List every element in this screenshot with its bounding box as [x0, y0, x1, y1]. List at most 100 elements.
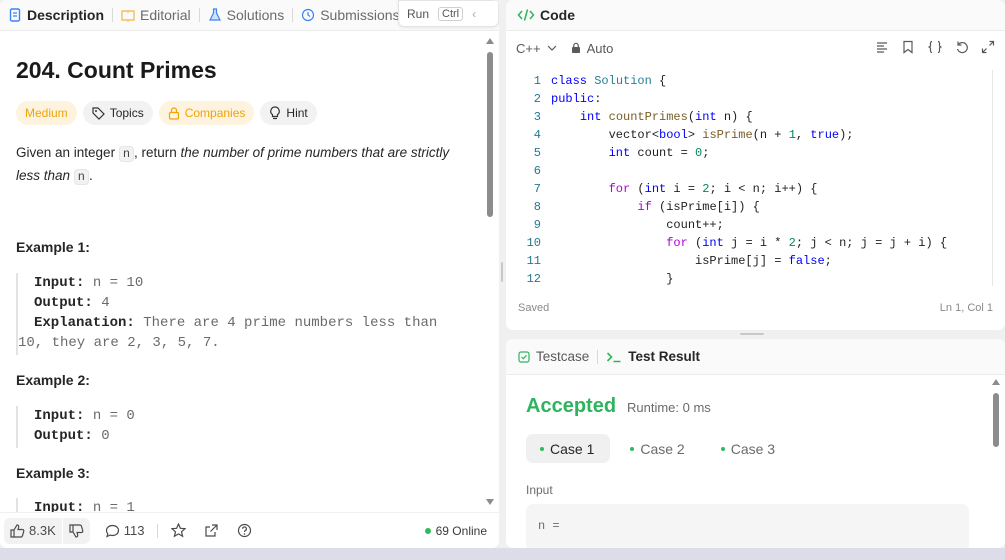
- help-button[interactable]: [228, 523, 261, 538]
- problem-title: 204. Count Primes: [16, 57, 217, 83]
- bookmark-icon[interactable]: [901, 40, 915, 54]
- like-button[interactable]: 8.3K: [4, 518, 62, 544]
- book-icon: [121, 10, 135, 22]
- reset-icon[interactable]: [955, 40, 969, 54]
- lock-icon: [571, 42, 580, 53]
- tab-testcase[interactable]: Testcase: [518, 349, 589, 364]
- code-line: 9 count++;: [506, 216, 996, 234]
- difficulty-badge: Medium: [16, 101, 77, 125]
- case-tab[interactable]: Case 1: [526, 434, 611, 463]
- topics-label: Topics: [109, 106, 144, 120]
- tag-icon: [92, 106, 105, 120]
- tab-solutions[interactable]: Solutions: [200, 0, 293, 31]
- output-value: 4: [101, 295, 110, 311]
- language-select[interactable]: C++: [516, 41, 557, 56]
- document-icon: [9, 8, 21, 22]
- test-header: Testcase Test Result: [506, 339, 1005, 375]
- statement-text: .: [89, 168, 93, 183]
- comment-icon: [105, 524, 119, 538]
- example-rule: [16, 333, 18, 355]
- case-label: Case 2: [640, 440, 685, 457]
- auto-label: Auto: [586, 40, 614, 56]
- flask-icon: [208, 8, 221, 21]
- scroll-up-arrow[interactable]: [992, 379, 1000, 385]
- statement-text: Given an integer: [16, 145, 119, 160]
- auto-mode[interactable]: Auto: [571, 40, 614, 56]
- input-value-text: n =: [538, 519, 560, 533]
- vertical-resize-handle[interactable]: [501, 262, 503, 282]
- thumbs-down-icon: [69, 523, 84, 538]
- tab-description[interactable]: Description: [0, 0, 112, 31]
- line-number: 5: [533, 146, 541, 160]
- example-title: Example 1:: [16, 239, 90, 255]
- code-line: 8 if (isPrime[i]) {: [506, 198, 996, 216]
- checkbox-icon: [518, 350, 530, 363]
- tab-submissions[interactable]: Submissions: [293, 0, 407, 31]
- scroll-up-arrow[interactable]: [486, 38, 494, 44]
- share-button[interactable]: [195, 523, 228, 538]
- code-panel: Code C++ Auto 1 class Solution { 2 public:…: [506, 0, 1005, 330]
- code-line: 10 for (int j = i * 2; j < n; j = j + i)…: [506, 234, 996, 252]
- example-block: Input: n = 0 Output: 0: [16, 406, 135, 448]
- thumbs-up-icon: [10, 523, 25, 538]
- description-panel: Description Editorial Solutions Submissi…: [0, 0, 499, 548]
- code-line: 7 for (int i = 2; i < n; i++) {: [506, 180, 996, 198]
- companies-chip[interactable]: Companies: [158, 101, 255, 125]
- line-number: 4: [533, 128, 541, 142]
- test-tab-divider: [597, 349, 599, 364]
- tab-test-result[interactable]: Test Result: [606, 349, 700, 364]
- code-line: 6: [506, 162, 996, 180]
- input-value-box: n =: [526, 504, 969, 548]
- hint-label: Hint: [286, 106, 308, 120]
- line-number: 10: [526, 236, 541, 250]
- horizontal-resize-handle[interactable]: [740, 333, 764, 335]
- problem-tags: Medium Topics Companies Hint: [16, 101, 317, 125]
- editor-actions: [875, 40, 995, 54]
- input-value: n = 1: [92, 500, 135, 512]
- format-icon[interactable]: [875, 40, 889, 54]
- code-editor[interactable]: 1 class Solution { 2 public: 3 int countPr…: [506, 72, 996, 286]
- ctrl-key-hint: Ctrl: [438, 6, 464, 21]
- case-tabs: Case 1 Case 2 Case 3: [526, 434, 791, 463]
- line-number: 11: [526, 254, 541, 268]
- chevron-left-icon[interactable]: ‹: [472, 7, 476, 21]
- comments-button[interactable]: 113: [96, 523, 154, 538]
- like-count: 8.3K: [29, 523, 56, 538]
- pass-dot: [720, 446, 725, 451]
- run-label[interactable]: Run: [407, 7, 429, 21]
- tab-editorial[interactable]: Editorial: [113, 0, 199, 31]
- favorite-button[interactable]: [162, 523, 195, 538]
- test-scrollbar[interactable]: [991, 379, 1001, 544]
- line-number: 1: [533, 74, 541, 88]
- scrollbar-thumb[interactable]: [487, 52, 493, 217]
- share-icon: [205, 524, 219, 537]
- scroll-down-arrow[interactable]: [486, 499, 494, 505]
- topics-chip[interactable]: Topics: [82, 101, 153, 125]
- pass-dot: [540, 446, 544, 451]
- description-footer: 8.3K 113 69 Online: [0, 512, 499, 548]
- problem-statement: Given an integer n, return the number of…: [16, 142, 476, 188]
- hint-chip[interactable]: Hint: [260, 101, 317, 125]
- inline-code: n: [73, 169, 89, 185]
- description-scrollbar[interactable]: [485, 36, 495, 510]
- vote-group: 8.3K: [4, 517, 90, 544]
- editor-ruler: [992, 70, 996, 286]
- input-label: Input:: [34, 275, 85, 291]
- test-panel: Testcase Test Result Accepted Runtime: 0…: [506, 339, 1005, 548]
- online-dot: [424, 527, 431, 534]
- example-block: Input: n = 1: [16, 498, 135, 512]
- tab-editorial-label: Editorial: [140, 7, 191, 23]
- runtime-text: Runtime: 0 ms: [627, 400, 711, 415]
- output-value: 0: [101, 428, 110, 444]
- scrollbar-thumb[interactable]: [993, 393, 999, 447]
- input-section-label: Input: [526, 483, 553, 497]
- expand-icon[interactable]: [981, 40, 995, 54]
- case-tab[interactable]: Case 3: [707, 434, 791, 463]
- braces-icon[interactable]: [927, 40, 943, 54]
- line-number: 9: [533, 218, 541, 232]
- input-value: n = 10: [92, 275, 144, 291]
- pass-dot: [630, 446, 635, 451]
- cursor-position: Ln 1, Col 1: [939, 302, 993, 314]
- case-tab[interactable]: Case 2: [616, 434, 700, 463]
- dislike-button[interactable]: [63, 518, 90, 544]
